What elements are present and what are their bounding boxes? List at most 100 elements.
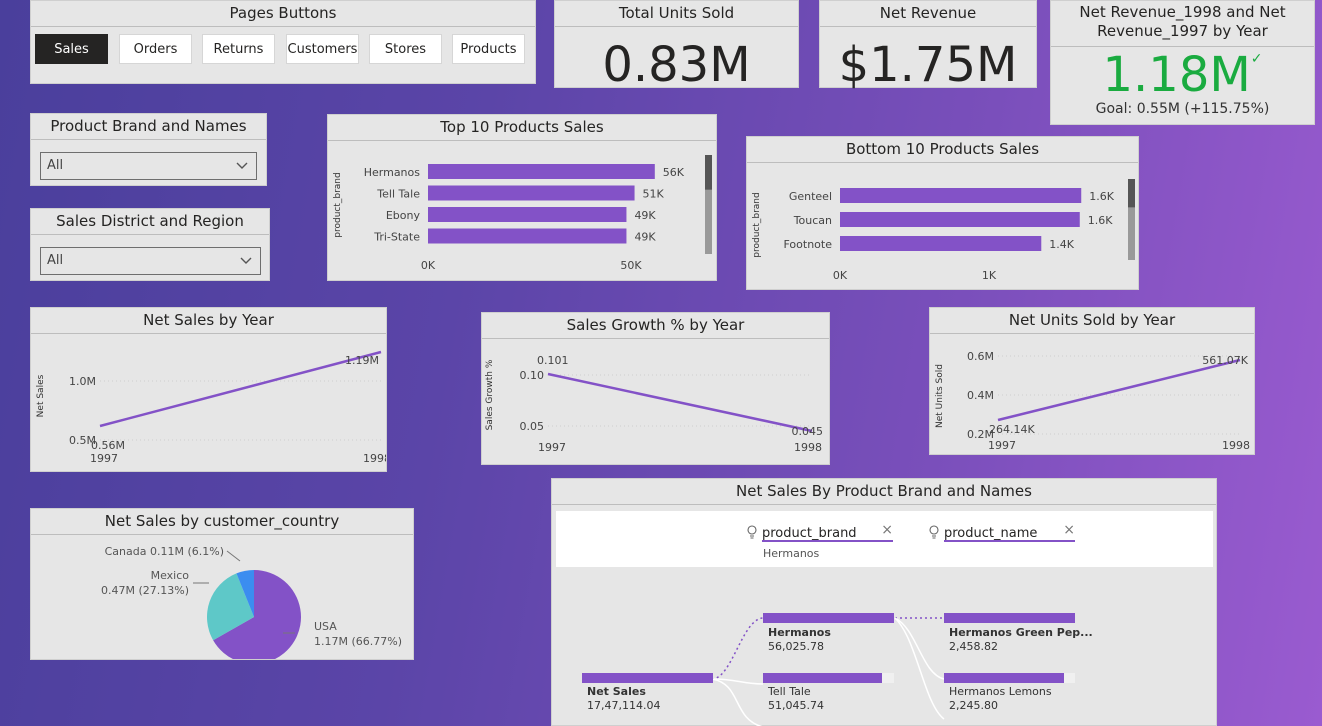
x-tick-label: 1997: [90, 452, 118, 465]
category-label: Tell Tale: [376, 188, 420, 201]
units-year-card: Net Units Sold by Year Net Units Sold 0.6…: [929, 307, 1255, 455]
yoy-kpi-value: 1.18M: [1102, 47, 1251, 103]
net-sales-year-chart: Net Sales1.0M0.5M199719980.56M1.19M: [36, 350, 386, 465]
category-label: Ebony: [386, 209, 421, 222]
bottom10-title: Bottom 10 Products Sales: [747, 137, 1138, 163]
x-tick-label: 0K: [421, 259, 436, 272]
top10-title: Top 10 Products Sales: [328, 115, 716, 141]
x-tick-label: 1997: [988, 439, 1016, 452]
l2-value-lemons: 2,245.80: [949, 699, 998, 712]
leader-line: [226, 550, 241, 562]
l2-label-green-pep: Hermanos Green Pep...: [949, 626, 1093, 639]
y-tick-label: 0.05: [520, 420, 545, 433]
chevron-down-icon: [236, 162, 248, 169]
data-label: 0.56M: [91, 439, 125, 452]
yoy-kpi-value-row: 1.18M✓: [1051, 51, 1314, 99]
total-units-title: Total Units Sold: [555, 1, 798, 27]
y-axis-label: Net Units Sold: [935, 364, 945, 428]
series-line: [547, 372, 813, 433]
district-slicer-title: Sales District and Region: [31, 209, 269, 235]
y-axis-label: product_brand: [333, 172, 343, 237]
l2-bar-green-pep[interactable]: [944, 613, 1075, 623]
y-axis-label: product_brand: [752, 192, 762, 257]
net-revenue-card: Net Revenue $1.75M: [819, 0, 1037, 89]
y-axis-label: Net Sales: [36, 374, 46, 417]
growth-chart: Sales Growth % 0.10 0.05 1997 1998 0.101 0.045: [485, 354, 824, 454]
slice-label: Canada 0.11M (6.1%): [105, 545, 224, 558]
top10-card: Top 10 Products Sales product_brand Herma…: [327, 114, 717, 281]
l1-bar-telltale[interactable]: [763, 673, 882, 683]
page-button-sales[interactable]: Sales: [35, 34, 108, 64]
category-label: Tri-State: [373, 231, 420, 244]
bar: [428, 185, 635, 201]
slice-label: 1.17M (66.77%): [314, 635, 402, 648]
bar: [840, 212, 1080, 227]
district-slicer-value: All: [47, 253, 64, 268]
units-year-chart: Net Units Sold0.6M0.4M0.2M1997 1998264.14…: [935, 350, 1250, 452]
pie-card: Net Sales by customer_country USA 1.17M (…: [30, 508, 414, 660]
bottom10-chart: product_brand Genteel 1.6K Toucan 1.6K Footno…: [752, 179, 1135, 282]
district-slicer-dropdown[interactable]: All: [40, 247, 261, 275]
series-line: [997, 358, 1241, 422]
l2-value-green-pep: 2,458.82: [949, 640, 998, 653]
data-label: 0.101: [537, 354, 569, 367]
category-label: Genteel: [789, 190, 832, 203]
page-button-stores[interactable]: Stores: [369, 34, 442, 64]
data-label: 56K: [663, 166, 685, 179]
x-tick-label: 1998: [363, 452, 386, 465]
page-button-returns[interactable]: Returns: [202, 34, 275, 64]
top10-chart: product_brand Hermanos 56K Tell Tale 51K Ebon…: [333, 155, 712, 272]
l2-bar-lemons[interactable]: [944, 673, 1064, 683]
growth-title: Sales Growth % by Year: [482, 313, 829, 339]
category-label: Footnote: [784, 238, 833, 251]
units-year-title: Net Units Sold by Year: [930, 308, 1254, 334]
total-units-card: Total Units Sold 0.83M: [554, 0, 799, 89]
y-axis-label: Sales Growth %: [485, 359, 495, 430]
l1-value-hermanos: 56,025.78: [768, 640, 824, 653]
y-tick-label: 0.4M: [967, 389, 994, 402]
page-button-customers[interactable]: Customers: [286, 34, 359, 64]
brand-slicer-value: All: [47, 158, 64, 173]
brand-slicer-dropdown[interactable]: All: [40, 152, 257, 180]
slice-label: USA: [314, 620, 337, 633]
chevron-down-icon: [240, 257, 252, 264]
data-label: 49K: [634, 231, 656, 244]
yoy-kpi-card: Net Revenue_1998 and Net Revenue_1997 by…: [1050, 0, 1315, 125]
x-tick-label: 50K: [620, 259, 642, 272]
category-label: Hermanos: [364, 166, 421, 179]
slice-label: Mexico: [151, 569, 190, 582]
data-label: 51K: [643, 188, 665, 201]
bar: [840, 188, 1082, 203]
decomp-card: Net Sales By Product Brand and Names pro…: [551, 478, 1217, 726]
y-tick-label: 0.6M: [967, 350, 994, 363]
bar: [428, 164, 655, 179]
scrollbar-thumb[interactable]: [1128, 179, 1135, 208]
growth-card: Sales Growth % by Year Sales Growth % 0.1…: [481, 312, 830, 465]
brand-slicer-title: Product Brand and Names: [31, 114, 266, 140]
l1-label-telltale: Tell Tale: [768, 685, 811, 698]
check-icon: ✓: [1250, 51, 1263, 67]
net-sales-year-card: Net Sales by Year Net Sales 1.0M 0.5M 1997 1…: [30, 307, 387, 472]
page-button-products[interactable]: Products: [452, 34, 525, 64]
yoy-kpi-title: Net Revenue_1998 and Net Revenue_1997 by…: [1051, 1, 1314, 47]
l1-bar-hermanos[interactable]: [763, 613, 894, 623]
data-label: 561.07K: [1202, 354, 1248, 367]
x-tick-label: 1998: [1222, 439, 1250, 452]
data-label: 49K: [634, 209, 656, 222]
data-label: 0.045: [792, 425, 824, 438]
x-tick-label: 1997: [538, 441, 566, 454]
page-button-orders[interactable]: Orders: [119, 34, 192, 64]
root-bar[interactable]: [582, 673, 713, 683]
decomp-connectors: [711, 617, 945, 726]
root-value: 17,47,114.04: [587, 699, 661, 712]
scrollbar-thumb[interactable]: [705, 155, 712, 190]
x-tick-label: 1K: [982, 269, 997, 282]
x-tick-label: 0K: [833, 269, 848, 282]
y-tick-label: 1.0M: [69, 375, 96, 388]
yoy-kpi-goal: Goal: 0.55M (+115.75%): [1095, 101, 1270, 117]
page-buttons-title: Pages Buttons: [31, 1, 535, 27]
bar: [428, 207, 627, 222]
data-label: 1.6K: [1089, 190, 1114, 203]
series-line: [99, 350, 382, 428]
net-revenue-title: Net Revenue: [820, 1, 1036, 27]
